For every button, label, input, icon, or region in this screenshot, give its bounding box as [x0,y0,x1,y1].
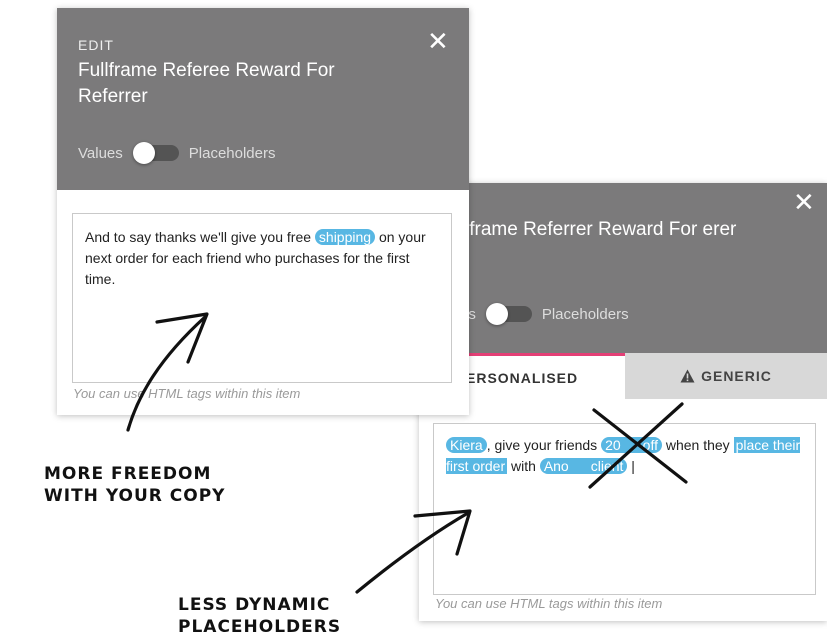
annotation-more-freedom: MORE FREEDOM WITH YOUR COPY [44,464,226,506]
annotation-less-dynamic: LESS DYNAMIC PLACEHOLDERS [178,595,342,637]
annotation-ink [126,312,688,594]
arrow-to-editor [355,511,470,594]
arrow-up-right [126,315,207,432]
